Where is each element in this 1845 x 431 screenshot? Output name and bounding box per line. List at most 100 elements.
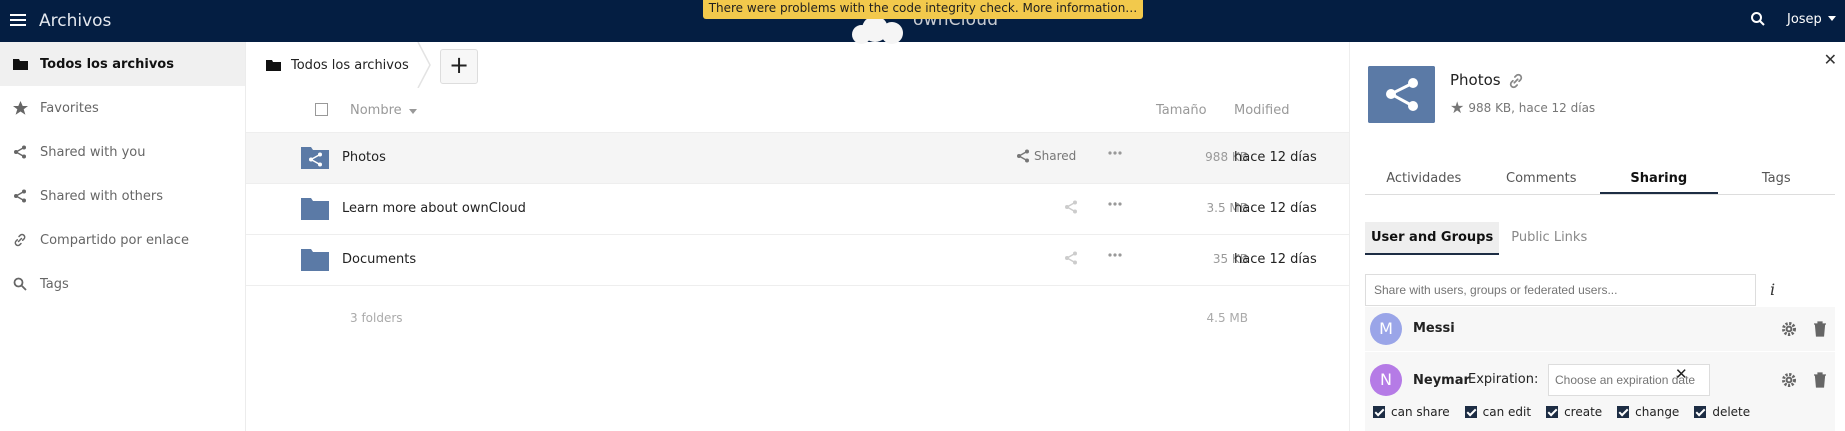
permission-can-share[interactable]: can share [1373, 405, 1450, 419]
details-title: Photos [1450, 71, 1501, 89]
gear-icon[interactable] [1781, 321, 1797, 337]
avatar: N [1370, 364, 1402, 396]
file-row-documents[interactable]: Documents 35 KB hace 12 días [246, 235, 1349, 286]
file-name[interactable]: Documents [342, 252, 416, 267]
link-icon[interactable] [1508, 73, 1524, 89]
permission-delete[interactable]: delete [1694, 405, 1750, 419]
tab-activities[interactable]: Actividades [1365, 161, 1483, 194]
sidebar-item-label: Compartido por enlace [40, 232, 189, 248]
share-row-neymar: N Neymar Expiration: ✕ can share can edi… [1365, 352, 1835, 431]
new-file-button[interactable]: + [440, 49, 478, 84]
user-menu[interactable]: Josep [1787, 12, 1836, 27]
size-column-header[interactable]: Tamaño [1156, 103, 1207, 118]
share-action[interactable] [1064, 251, 1082, 265]
permission-can-edit[interactable]: can edit [1464, 405, 1531, 419]
checkbox[interactable] [1546, 406, 1559, 418]
share-icon [12, 188, 28, 204]
checkbox[interactable] [1373, 406, 1385, 418]
gear-icon[interactable] [1781, 372, 1797, 388]
share-icon [12, 144, 28, 160]
file-size: 988 KB [1205, 150, 1248, 164]
share-icon [1065, 200, 1077, 214]
clear-expiration-icon[interactable]: ✕ [1675, 365, 1688, 383]
sidebar-item-label: Tags [40, 276, 69, 292]
sidebar-item-all-files[interactable]: Todos los archivos [0, 42, 245, 86]
details-panel: ✕ Photos ★ 988 KB, hace 12 días Actividad… [1349, 42, 1845, 431]
permission-change[interactable]: change [1617, 405, 1679, 419]
checkbox[interactable] [1464, 406, 1477, 418]
sidebar-item-shared-with-others[interactable]: Shared with others [0, 174, 245, 218]
file-modified: hace 12 días [1234, 201, 1317, 216]
delete-icon[interactable] [1813, 372, 1827, 388]
share-action[interactable]: Shared [1016, 149, 1076, 163]
search-icon[interactable] [1750, 11, 1766, 27]
folder-icon [12, 56, 28, 72]
sidebar-item-shared-by-link[interactable]: Compartido por enlace [0, 218, 245, 262]
details-tabs: Actividades Comments Sharing Tags [1365, 161, 1835, 195]
breadcrumb-home[interactable]: Todos los archivos [266, 58, 409, 73]
share-user-name: Neymar [1413, 373, 1470, 388]
share-icon [1065, 251, 1077, 265]
file-list-header: Nombre Tamaño Modified [246, 88, 1349, 133]
share-icon [1017, 149, 1029, 163]
sidebar: Todos los archivos Favorites Shared with… [0, 42, 246, 431]
folder-icon [301, 198, 329, 220]
share-row-messi: M Messi [1365, 307, 1835, 351]
star-icon [12, 100, 28, 116]
file-name[interactable]: Photos [342, 150, 386, 165]
info-icon[interactable]: i [1770, 280, 1775, 299]
modified-column-header[interactable]: Modified [1234, 103, 1289, 118]
sharing-subtabs: User and Groups Public Links [1365, 222, 1599, 255]
tab-tags[interactable]: Tags [1718, 161, 1836, 194]
breadcrumb-separator [417, 42, 431, 88]
file-size: 35 KB [1212, 252, 1248, 266]
delete-icon[interactable] [1813, 321, 1827, 337]
breadcrumb: Todos los archivos + [246, 42, 1349, 88]
file-list-area: Todos los archivos + Nombre Tamaño Modif… [246, 42, 1349, 431]
permission-create[interactable]: create [1546, 405, 1602, 419]
share-user-name: Messi [1413, 321, 1455, 336]
app-title[interactable]: Archivos [39, 11, 111, 31]
avatar: M [1370, 313, 1402, 345]
file-row-photos[interactable]: Photos Shared 988 KB hace 12 días [246, 133, 1349, 184]
sidebar-item-tags[interactable]: Tags [0, 262, 245, 306]
file-modified: hace 12 días [1234, 252, 1317, 267]
file-row-learn-more[interactable]: Learn more about ownCloud 3.5 MB hace 12… [246, 184, 1349, 235]
shared-folder-icon [301, 147, 329, 169]
checkbox[interactable] [1694, 406, 1707, 418]
total-size: 4.5 MB [1206, 311, 1248, 325]
subtab-public-links[interactable]: Public Links [1505, 222, 1593, 255]
link-icon [12, 232, 28, 248]
file-modified: hace 12 días [1234, 150, 1317, 165]
folder-icon [301, 249, 329, 271]
tab-comments[interactable]: Comments [1483, 161, 1601, 194]
close-icon[interactable]: ✕ [1824, 50, 1837, 69]
share-input[interactable] [1365, 274, 1756, 306]
sidebar-item-favorites[interactable]: Favorites [0, 86, 245, 130]
tab-sharing[interactable]: Sharing [1600, 161, 1718, 194]
sidebar-item-label: Favorites [40, 100, 99, 116]
select-all-checkbox[interactable] [315, 103, 328, 116]
sidebar-item-label: Shared with you [40, 144, 146, 160]
share-action[interactable] [1064, 200, 1082, 214]
sidebar-item-label: Todos los archivos [40, 56, 174, 72]
file-size: 3.5 MB [1206, 201, 1248, 215]
breadcrumb-label: Todos los archivos [291, 57, 409, 73]
file-name[interactable]: Learn more about ownCloud [342, 201, 526, 216]
sidebar-item-label: Shared with others [40, 188, 164, 204]
top-header: Archivos ownCloud There were problems wi… [0, 0, 1845, 44]
file-summary: 3 folders 4.5 MB [246, 286, 1349, 348]
shared-folder-thumbnail [1368, 66, 1435, 123]
sidebar-item-shared-with-you[interactable]: Shared with you [0, 130, 245, 174]
folder-count: 3 folders [350, 311, 403, 325]
menu-icon[interactable] [10, 14, 26, 26]
checkbox[interactable] [1617, 406, 1630, 418]
subtab-user-and-groups[interactable]: User and Groups [1365, 222, 1500, 255]
sort-down-icon [408, 109, 417, 114]
integrity-warning[interactable]: There were problems with the code integr… [703, 0, 1143, 19]
star-icon[interactable]: ★ [1450, 98, 1464, 117]
details-meta: ★ 988 KB, hace 12 días [1450, 98, 1596, 117]
name-column-header[interactable]: Nombre [350, 103, 417, 118]
expiration-label: Expiration: [1468, 372, 1539, 387]
search-icon [12, 276, 28, 292]
